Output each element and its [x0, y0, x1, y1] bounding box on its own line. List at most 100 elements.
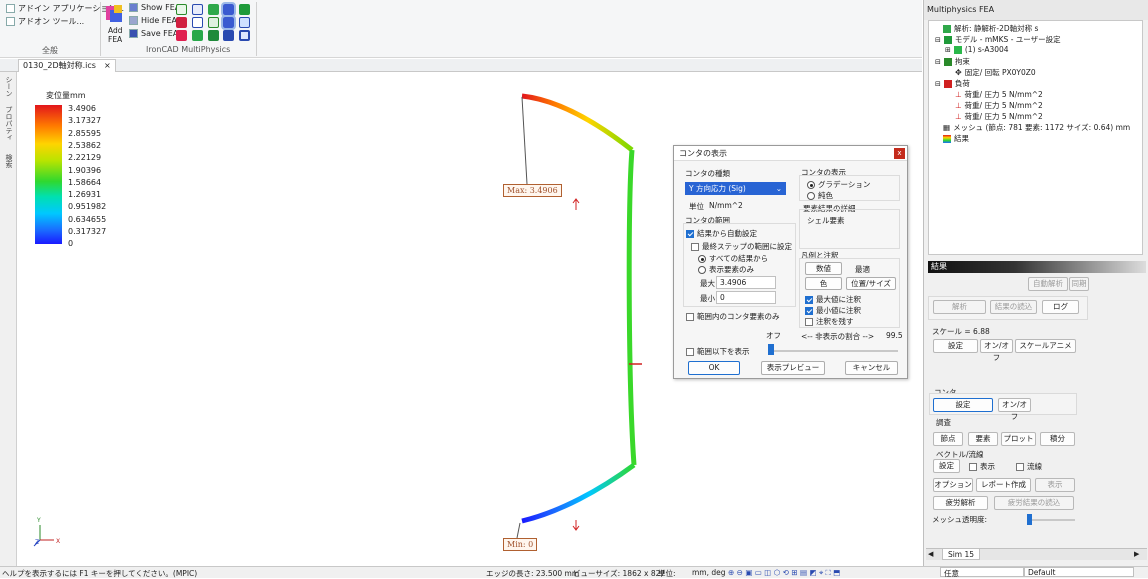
transparency-slider-thumb[interactable]: [1027, 514, 1032, 525]
hidden-ratio-value: 99.5: [886, 331, 903, 340]
tree-model-label: モデル - mMKS - ユーザー設定: [954, 35, 1061, 44]
help-text: ヘルプを表示するには F1 キーを押してください。(MPIC): [2, 569, 198, 578]
edge-length: エッジの長さ: 23.500 mm: [486, 569, 580, 578]
tree-mesh[interactable]: ▦ メッシュ (節点: 781 要素: 1172 サイズ: 0.64) mm: [943, 122, 1130, 133]
vector-display-checkbox[interactable]: 表示: [969, 461, 995, 472]
mode-select[interactable]: 任意: [940, 567, 1024, 578]
shown-only-radio[interactable]: 表示要素のみ: [698, 264, 754, 275]
tree-load-3[interactable]: ⊥ 荷重/ 圧力 5 N/mm^2: [955, 111, 1043, 122]
tree-load-2-label: 荷重/ 圧力 5 N/mm^2: [964, 101, 1043, 110]
default-value: Default: [1028, 568, 1056, 577]
shell-element-label: シェル要素: [807, 216, 845, 225]
checkbox-icon: [969, 463, 977, 471]
arrow-down-icon: [572, 520, 580, 531]
report-button[interactable]: レポート作成: [976, 478, 1031, 492]
min-input[interactable]: 0: [716, 291, 776, 304]
contour-type-value: Y 方向応力 (Sig): [689, 184, 746, 193]
arrow-up-icon: [572, 198, 580, 210]
in-range-only-checkbox[interactable]: 範囲内のコンタ要素のみ: [686, 311, 780, 322]
checkbox-icon: [1016, 463, 1024, 471]
read-results-button[interactable]: 結果の読込: [990, 300, 1037, 314]
position-size-button[interactable]: 位置/サイズ: [846, 277, 896, 290]
expand-icon: ⊞: [945, 45, 951, 54]
all-results-radio[interactable]: すべての結果から: [698, 253, 768, 264]
cancel-button[interactable]: キャンセル: [845, 361, 898, 375]
ratio-slider-thumb[interactable]: [768, 344, 774, 355]
hidden-ratio-label: <-- 非表示の割合 -->: [801, 332, 875, 341]
tree-part-label: (1) s-A3004: [964, 45, 1009, 54]
integral-button[interactable]: 積分: [1040, 432, 1075, 446]
contour-settings-button[interactable]: 設定: [933, 398, 993, 412]
log-button[interactable]: ログ: [1042, 300, 1079, 314]
top-curve: [521, 93, 634, 152]
ok-button[interactable]: OK: [688, 361, 740, 375]
scale-onoff-button[interactable]: オン/オフ: [980, 339, 1013, 362]
tree-load-2[interactable]: ⊥ 荷重/ 圧力 5 N/mm^2: [955, 100, 1043, 111]
scale-anim-button[interactable]: スケールアニメ: [1015, 339, 1076, 353]
radio-selected-icon: [807, 181, 815, 189]
tree-model[interactable]: ⊟ モデル - mMKS - ユーザー設定: [935, 34, 1061, 45]
streamline-checkbox[interactable]: 流線: [1016, 461, 1042, 472]
collapse-icon: ⊟: [935, 79, 941, 88]
min-value-label[interactable]: Min: 0: [503, 538, 538, 551]
keep-note-checkbox[interactable]: 注釈を残す: [805, 316, 854, 327]
tree-part[interactable]: ⊞ (1) s-A3004: [945, 45, 1009, 54]
fatigue-read-button[interactable]: 疲労結果の読込: [994, 496, 1074, 510]
last-step-checkbox[interactable]: 最終ステップの範囲に設定: [691, 241, 792, 252]
triad-x-label: X: [56, 538, 61, 545]
sim-tab[interactable]: Sim 15: [942, 548, 980, 560]
tree-fixed[interactable]: ✥ 固定/ 回転 PX0Y0Z0: [955, 67, 1036, 78]
solid-radio[interactable]: 純色: [807, 190, 833, 201]
max-input[interactable]: 3.4906: [716, 276, 776, 289]
auto-set-checkbox[interactable]: 結果から自動設定: [686, 228, 757, 239]
max-note-label: 最大値に注釈: [816, 295, 861, 304]
pressure-icon: ⊥: [955, 112, 962, 121]
node-button[interactable]: 節点: [933, 432, 963, 446]
max-note-checkbox[interactable]: 最大値に注釈: [805, 294, 861, 305]
transparency-slider-track[interactable]: [1027, 519, 1075, 521]
checkbox-icon: [686, 313, 694, 321]
analysis-tree: 解析: 静解析-2D軸対称 s ⊟ モデル - mMKS - ユーザー設定 ⊞ (1…: [928, 20, 1143, 255]
show-below-checkbox[interactable]: 範囲以下を表示: [686, 346, 750, 357]
tree-constraint[interactable]: ⊟ 拘束: [935, 56, 970, 67]
triad-y-label: Y: [37, 517, 41, 524]
chevron-down-icon: ⌄: [775, 184, 782, 193]
checkbox-checked-icon: [805, 296, 813, 304]
zoom-icon[interactable]: ⊕ ⊖ ▣ ▭ ◫ ⬡ ⟲ ⊞ ▤ ◩ ⌖ ⛶ ⬒: [728, 568, 840, 578]
tree-results[interactable]: 結果: [943, 133, 969, 144]
tree-results-label: 結果: [954, 134, 969, 143]
min-note-checkbox[interactable]: 最小値に注釈: [805, 305, 861, 316]
tree-load-1[interactable]: ⊥ 荷重/ 圧力 5 N/mm^2: [955, 89, 1043, 100]
ratio-slider-track[interactable]: [768, 350, 898, 352]
analyze-button[interactable]: 解析: [933, 300, 986, 314]
contour-type-select[interactable]: Y 方向応力 (Sig) ⌄: [685, 182, 786, 195]
display-button[interactable]: 表示: [1035, 478, 1075, 492]
scroll-left-icon[interactable]: ◀: [928, 550, 933, 558]
mesh-transparency-label: メッシュ透明度:: [932, 515, 988, 524]
preview-button[interactable]: 表示プレビュー: [761, 361, 825, 375]
sync-button[interactable]: 同期: [1069, 277, 1089, 291]
default-select[interactable]: Default: [1024, 567, 1134, 577]
color-button[interactable]: 色: [805, 277, 842, 290]
element-button[interactable]: 要素: [968, 432, 998, 446]
scroll-right-icon[interactable]: ▶: [1134, 550, 1139, 558]
checkbox-icon: [805, 318, 813, 326]
solid-label: 純色: [818, 191, 833, 200]
contour-onoff-button[interactable]: オン/オフ: [998, 398, 1031, 421]
fatigue-button[interactable]: 疲労解析: [933, 496, 988, 510]
tree-analysis[interactable]: 解析: 静解析-2D軸対称 s: [943, 23, 1038, 34]
vector-settings-button[interactable]: 設定: [933, 459, 960, 473]
tree-load[interactable]: ⊟ 負荷: [935, 78, 970, 89]
auto-analysis-button[interactable]: 自動解析: [1028, 277, 1068, 291]
checkbox-checked-icon: [686, 230, 694, 238]
scale-settings-button[interactable]: 設定: [933, 339, 978, 353]
max-value-label[interactable]: Max: 3.4906: [503, 184, 562, 197]
options-button[interactable]: オプション: [933, 478, 973, 492]
number-button[interactable]: 数値: [805, 262, 842, 275]
dialog-close-button[interactable]: x: [894, 148, 905, 159]
gradient-radio[interactable]: グラデーション: [807, 179, 870, 190]
all-results-label: すべての結果から: [709, 254, 769, 263]
model-icon: [943, 35, 952, 44]
pressure-icon: ⊥: [955, 90, 962, 99]
plot-button[interactable]: プロット: [1001, 432, 1036, 446]
